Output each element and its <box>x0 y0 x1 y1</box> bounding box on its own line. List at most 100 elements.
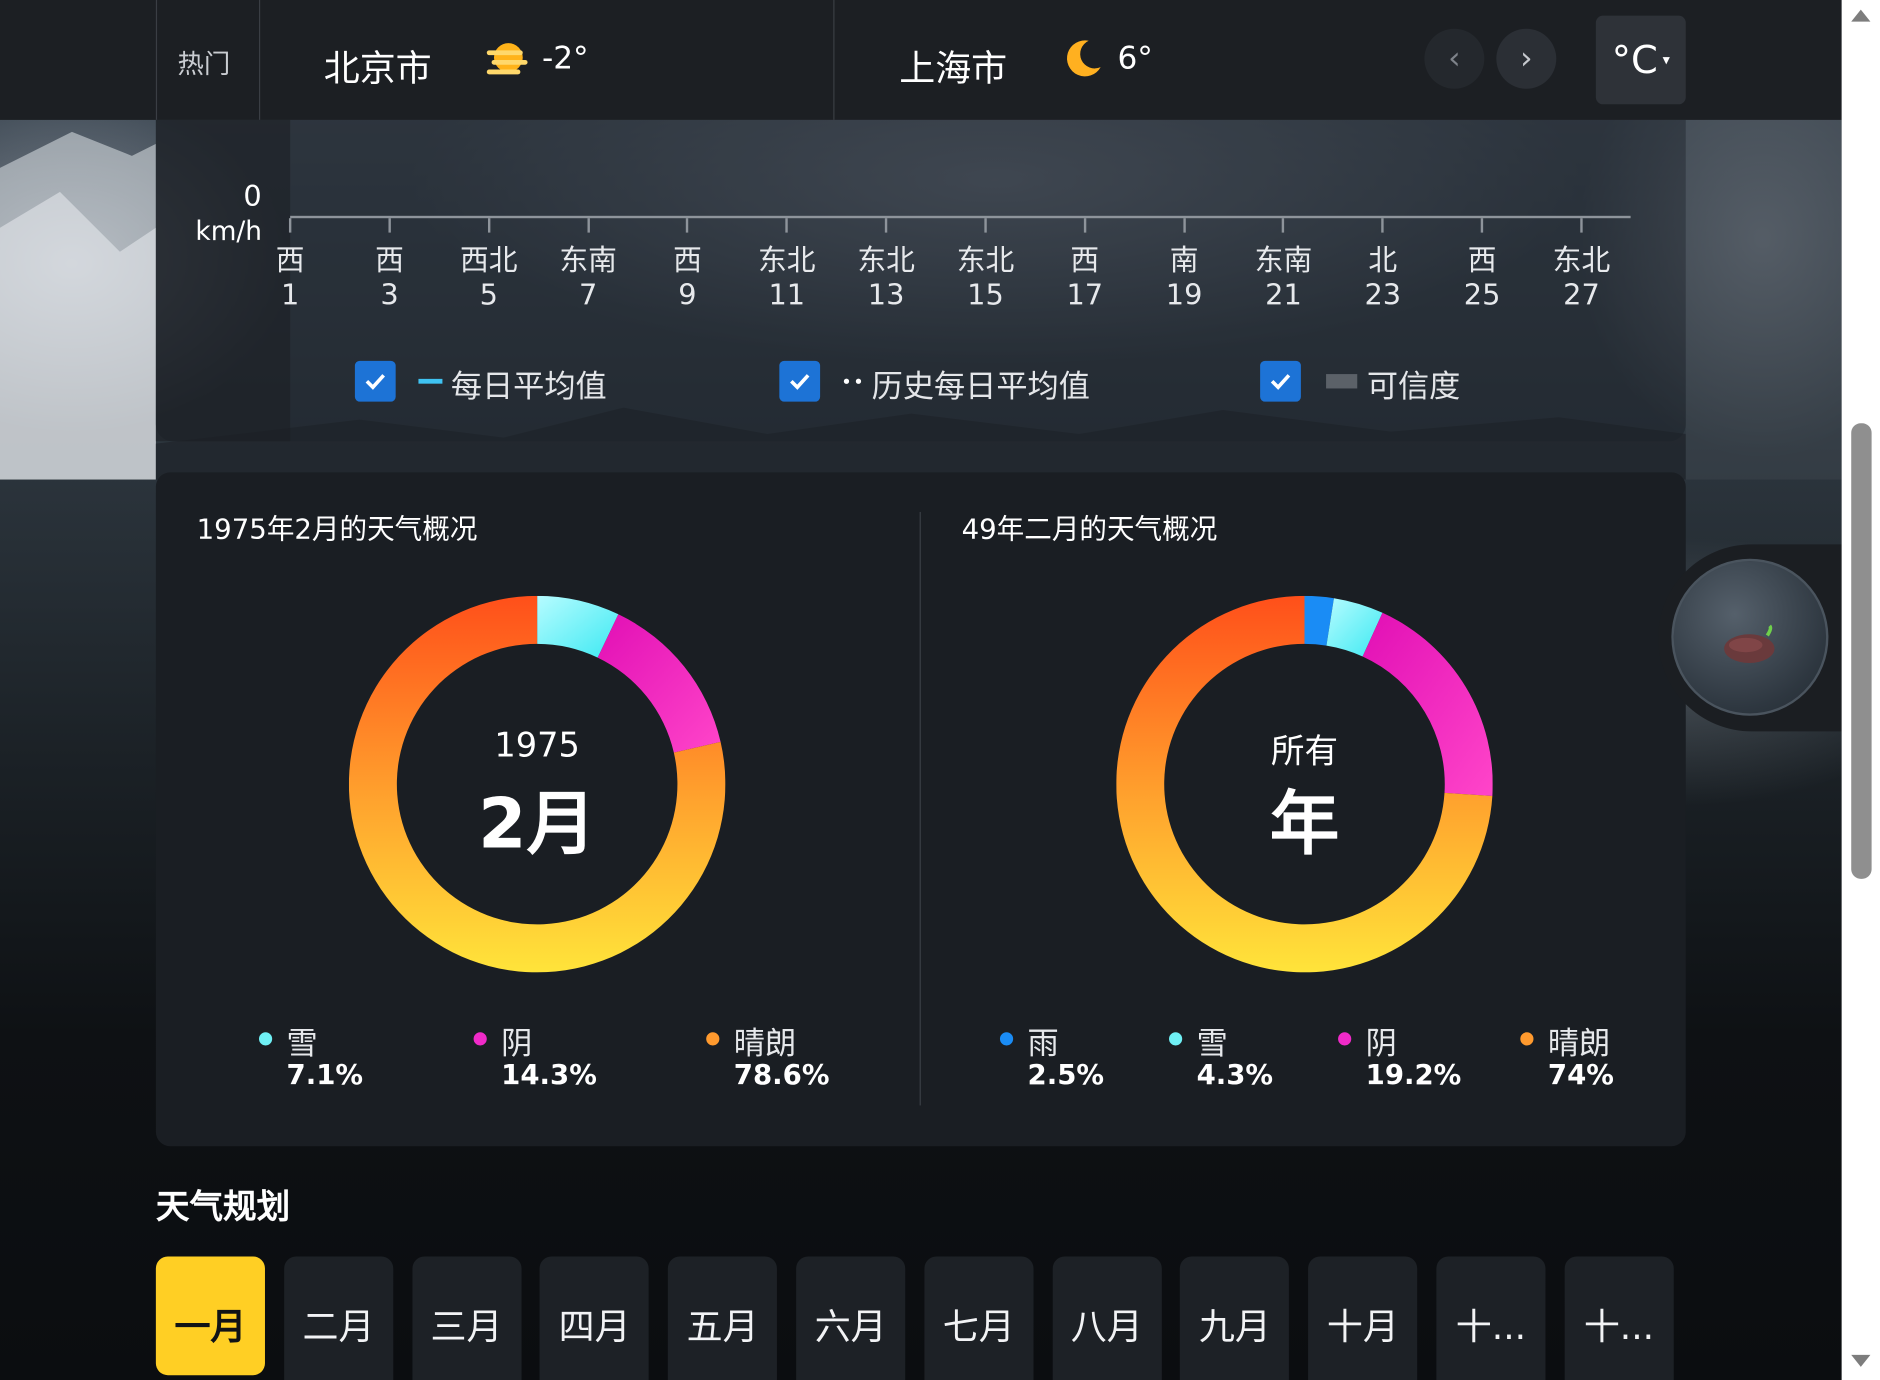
day-number-label: 7 <box>578 278 598 312</box>
y-axis-zero-label: 0 <box>243 179 262 214</box>
hot-cities-tab[interactable]: 热门 <box>177 43 230 81</box>
wind-direction-label: 东北 <box>956 243 1015 277</box>
legend-dot <box>1520 1032 1534 1046</box>
x-axis-tick <box>1083 218 1086 233</box>
wind-direction-label: 西 <box>673 243 702 277</box>
day-number-label: 11 <box>768 278 806 312</box>
city-name-beijing[interactable]: 北京市 <box>324 38 432 91</box>
weather-page: 热门 北京市 -2° 上海市 6° ‹ › °C ▾ 0 km/h 西 1 西 3 西北… <box>0 0 1880 1380</box>
legend-dot <box>258 1032 273 1046</box>
legend-percent: 78.6% <box>733 1059 830 1092</box>
x-axis-tick-label: 西 25 <box>1434 243 1530 313</box>
overview-title-1975: 1975年2月的天气概况 <box>196 514 478 546</box>
legend-percent: 4.3% <box>1196 1059 1274 1092</box>
x-axis-tick <box>686 218 689 233</box>
x-axis-tick <box>1381 218 1384 233</box>
month-button[interactable]: 九月 <box>1180 1256 1290 1380</box>
x-axis-tick-label: 西1 <box>242 243 338 313</box>
x-axis-tick <box>785 218 788 233</box>
historical-average-label: 历史每日平均值 <box>871 369 1090 406</box>
city-temp-shanghai: 6° <box>1117 40 1153 77</box>
daily-average-label: 每日平均值 <box>450 369 607 406</box>
x-axis-tick-label: 西北 5 <box>441 243 537 313</box>
x-axis-tick <box>388 218 391 233</box>
wind-direction-label: 南 <box>1169 243 1199 277</box>
x-axis-tick <box>586 218 590 233</box>
day-number-label: 1 <box>280 278 300 312</box>
x-axis-tick-label: 北 23 <box>1335 243 1431 313</box>
wind-direction-label: 西 <box>1070 243 1100 277</box>
scroll-down-arrow-icon[interactable] <box>1851 1354 1871 1367</box>
month-button[interactable]: 二月 <box>283 1256 394 1380</box>
donut-center-all: 所有 <box>1270 731 1339 771</box>
x-axis-tick <box>884 218 888 233</box>
legend-percent: 2.5% <box>1027 1059 1105 1092</box>
day-number-label: 23 <box>1364 278 1402 312</box>
month-button[interactable]: 一月 <box>155 1256 265 1376</box>
wind-direction-label: 东南 <box>559 243 617 277</box>
confidence-checkbox[interactable] <box>1260 360 1301 402</box>
next-cities-button[interactable]: › <box>1496 28 1557 89</box>
scrollbar-thumb[interactable] <box>1851 423 1872 879</box>
wind-direction-label: 西 <box>1467 243 1497 277</box>
x-axis-tick <box>984 218 987 233</box>
legend-dot <box>1338 1032 1352 1046</box>
legend-percent: 74% <box>1547 1059 1614 1092</box>
month-button[interactable]: 四月 <box>540 1256 650 1380</box>
month-button[interactable]: 七月 <box>924 1256 1034 1380</box>
top-city-bar: 热门 北京市 -2° 上海市 6° ‹ › °C ▾ <box>0 0 1842 120</box>
legend-dot <box>999 1032 1014 1046</box>
prev-cities-button[interactable]: ‹ <box>1424 28 1485 89</box>
temperature-unit-dropdown[interactable]: °C ▾ <box>1595 15 1686 105</box>
month-button[interactable]: 五月 <box>668 1256 778 1380</box>
x-axis-tick <box>1480 218 1484 233</box>
wind-direction-label: 西 <box>375 243 404 277</box>
wind-direction-label: 北 <box>1368 243 1398 277</box>
month-button[interactable]: 十... <box>1564 1256 1674 1380</box>
wind-direction-label: 东南 <box>1254 243 1313 277</box>
x-axis-tick-label: 西9 <box>640 243 736 313</box>
x-axis-tick-label: 东北 15 <box>938 243 1034 313</box>
scroll-up-arrow-icon[interactable] <box>1851 9 1871 22</box>
month-button[interactable]: 八月 <box>1052 1256 1162 1380</box>
month-button[interactable]: 六月 <box>796 1256 906 1380</box>
chevron-down-icon: ▾ <box>1662 51 1670 69</box>
day-number-label: 19 <box>1165 278 1203 312</box>
crescent-moon-icon <box>1066 40 1101 77</box>
legend-label: 晴朗 <box>733 1026 797 1063</box>
legend-label: 雪 <box>1196 1026 1228 1063</box>
legend-label: 晴朗 <box>1547 1026 1611 1063</box>
city-name-shanghai[interactable]: 上海市 <box>899 38 1007 91</box>
x-axis-tick <box>1282 218 1285 233</box>
donut-center-month: 2月 <box>478 782 597 865</box>
divider <box>833 0 835 120</box>
day-number-label: 13 <box>867 278 905 312</box>
confidence-label: 可信度 <box>1366 369 1461 406</box>
weather-planning-title: 天气规划 <box>155 1186 291 1227</box>
month-button[interactable]: 三月 <box>411 1256 522 1380</box>
x-axis-tick-label: 东南 7 <box>540 243 636 313</box>
solid-line-legend-icon <box>418 378 443 384</box>
day-number-label: 15 <box>967 278 1004 312</box>
legend-percent: 7.1% <box>286 1059 364 1092</box>
bean-mascot-icon <box>1724 624 1775 664</box>
x-axis-tick-label: 东南 21 <box>1235 243 1331 313</box>
legend-dot <box>1169 1032 1183 1046</box>
wind-direction-label: 东北 <box>758 243 816 277</box>
day-number-label: 25 <box>1463 278 1501 312</box>
month-button[interactable]: 十月 <box>1308 1256 1418 1380</box>
daily-average-checkbox[interactable] <box>354 360 396 402</box>
historical-average-checkbox[interactable] <box>779 360 821 402</box>
x-axis-tick <box>487 218 491 233</box>
city-temp-beijing: -2° <box>541 40 589 77</box>
x-axis-tick <box>1580 218 1583 233</box>
legend-label: 阴 <box>501 1026 533 1063</box>
floating-assistant-button[interactable] <box>1671 558 1829 716</box>
wind-direction-label: 东北 <box>857 243 915 277</box>
legend-label: 雨 <box>1027 1026 1059 1063</box>
day-number-label: 5 <box>479 278 498 312</box>
wind-direction-label: 西 <box>275 243 305 277</box>
checkmark-icon <box>1270 374 1291 390</box>
month-button[interactable]: 十... <box>1436 1256 1546 1380</box>
day-number-label: 9 <box>678 278 697 312</box>
